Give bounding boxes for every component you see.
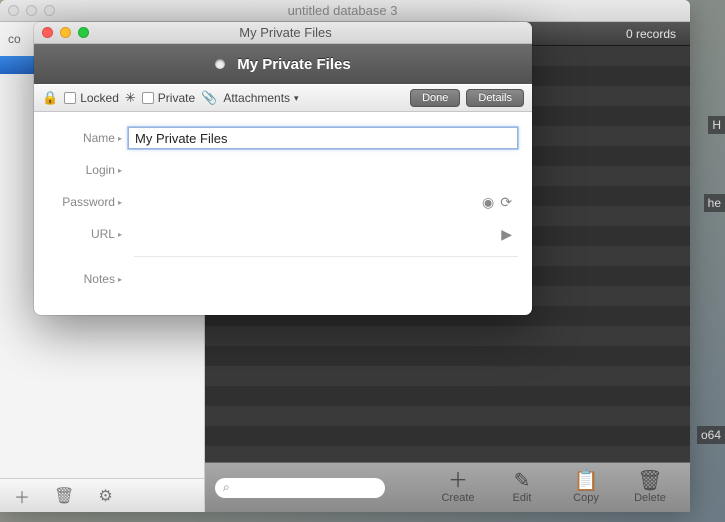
create-label: Create bbox=[441, 492, 474, 504]
delete-button[interactable]: 🗑 Delete bbox=[620, 471, 680, 504]
search-icon: ⌕ bbox=[223, 480, 230, 495]
copy-label: Copy bbox=[573, 492, 599, 504]
zoom-dot-inactive[interactable] bbox=[44, 5, 55, 16]
minimize-dot-inactive[interactable] bbox=[26, 5, 37, 16]
search-input[interactable]: ⌕ bbox=[215, 478, 385, 498]
add-icon[interactable]: ＋ bbox=[14, 484, 30, 508]
zoom-icon[interactable] bbox=[78, 27, 89, 38]
locked-toggle[interactable]: Locked bbox=[64, 91, 119, 105]
modal-toolbar: 🔒 Locked ✳ Private 📎 Attachments ▾ Done … bbox=[34, 84, 532, 112]
chevron-down-icon: ▾ bbox=[294, 93, 299, 104]
play-icon[interactable]: ▶ bbox=[501, 226, 512, 243]
plus-icon: ＋ bbox=[448, 471, 468, 491]
table-row bbox=[205, 386, 690, 406]
url-label-menu[interactable]: URL ▸ bbox=[48, 227, 128, 241]
edit-label: Edit bbox=[513, 492, 532, 504]
main-titlebar[interactable]: untitled database 3 bbox=[0, 0, 690, 22]
pencil-icon: ✎ bbox=[514, 471, 531, 491]
divider bbox=[134, 256, 518, 257]
trash-icon[interactable]: 🗑 bbox=[54, 486, 74, 506]
edge-fragment: he bbox=[704, 194, 725, 212]
delete-label: Delete bbox=[634, 492, 666, 504]
trash-icon: 🗑 bbox=[637, 471, 662, 491]
password-label-menu[interactable]: Password ▸ bbox=[48, 195, 128, 209]
clipboard-icon: 📋 bbox=[574, 471, 599, 491]
minimize-icon[interactable] bbox=[60, 27, 71, 38]
sidebar-footer: ＋ 🗑 ⚙ bbox=[0, 478, 204, 512]
record-type-icon bbox=[215, 59, 225, 69]
copy-button[interactable]: 📋 Copy bbox=[556, 471, 616, 504]
private-checkbox[interactable] bbox=[142, 92, 154, 104]
url-field[interactable]: ▶ bbox=[128, 226, 518, 243]
chevron-down-icon: ▸ bbox=[118, 230, 122, 239]
private-label: Private bbox=[158, 91, 195, 105]
password-field[interactable]: ◉ ⟳ bbox=[128, 194, 518, 211]
edit-button[interactable]: ✎ Edit bbox=[492, 471, 552, 504]
create-button[interactable]: ＋ Create bbox=[428, 471, 488, 504]
login-label-menu[interactable]: Login ▸ bbox=[48, 163, 128, 177]
locked-checkbox[interactable] bbox=[64, 92, 76, 104]
private-toggle[interactable]: Private bbox=[142, 91, 195, 105]
traffic-lights-main[interactable] bbox=[8, 5, 55, 16]
content-footer: ⌕ ＋ Create ✎ Edit 📋 Copy 🗑 bbox=[205, 462, 690, 512]
table-row bbox=[205, 426, 690, 446]
modal-form: Name ▸ Login ▸ Password ▸ ◉ ⟳ bbox=[34, 112, 532, 315]
chevron-down-icon: ▸ bbox=[118, 198, 122, 207]
table-row bbox=[205, 446, 690, 462]
traffic-lights-modal[interactable] bbox=[42, 27, 89, 38]
records-count: 0 records bbox=[626, 27, 676, 41]
close-dot-inactive[interactable] bbox=[8, 5, 19, 16]
table-row bbox=[205, 346, 690, 366]
details-button[interactable]: Details bbox=[466, 89, 524, 107]
chevron-down-icon: ▸ bbox=[118, 275, 122, 284]
done-button[interactable]: Done bbox=[410, 89, 460, 107]
locked-label: Locked bbox=[80, 91, 119, 105]
notes-label: Notes bbox=[84, 272, 115, 286]
wand-icon: ✳ bbox=[125, 90, 136, 106]
url-label: URL bbox=[91, 227, 115, 241]
attachments-label: Attachments bbox=[223, 91, 290, 105]
close-icon[interactable] bbox=[42, 27, 53, 38]
password-label: Password bbox=[62, 195, 115, 209]
lock-icon: 🔒 bbox=[42, 90, 58, 106]
modal-titlebar[interactable]: My Private Files bbox=[34, 22, 532, 44]
table-row bbox=[205, 366, 690, 386]
edge-fragment: H bbox=[708, 116, 725, 134]
login-label: Login bbox=[86, 163, 115, 177]
edge-fragment: o64 bbox=[697, 426, 725, 444]
gear-icon[interactable]: ⚙ bbox=[98, 486, 112, 506]
modal-window-title: My Private Files bbox=[89, 25, 532, 40]
paperclip-icon: 📎 bbox=[201, 90, 217, 106]
table-row bbox=[205, 406, 690, 426]
table-row bbox=[205, 326, 690, 346]
modal-header: My Private Files bbox=[34, 44, 532, 84]
chevron-down-icon: ▸ bbox=[118, 134, 122, 143]
modal-header-title: My Private Files bbox=[237, 56, 350, 73]
chevron-down-icon: ▸ bbox=[118, 166, 122, 175]
record-editor-modal: My Private Files My Private Files 🔒 Lock… bbox=[34, 22, 532, 315]
name-label-menu[interactable]: Name ▸ bbox=[48, 131, 128, 145]
attachments-menu[interactable]: Attachments ▾ bbox=[223, 91, 298, 105]
main-title: untitled database 3 bbox=[55, 3, 690, 18]
notes-label-menu[interactable]: Notes ▸ bbox=[48, 272, 128, 286]
name-input[interactable] bbox=[128, 127, 518, 149]
name-label: Name bbox=[83, 131, 115, 145]
eye-icon[interactable]: ◉ bbox=[482, 194, 494, 211]
refresh-icon[interactable]: ⟳ bbox=[500, 194, 512, 211]
